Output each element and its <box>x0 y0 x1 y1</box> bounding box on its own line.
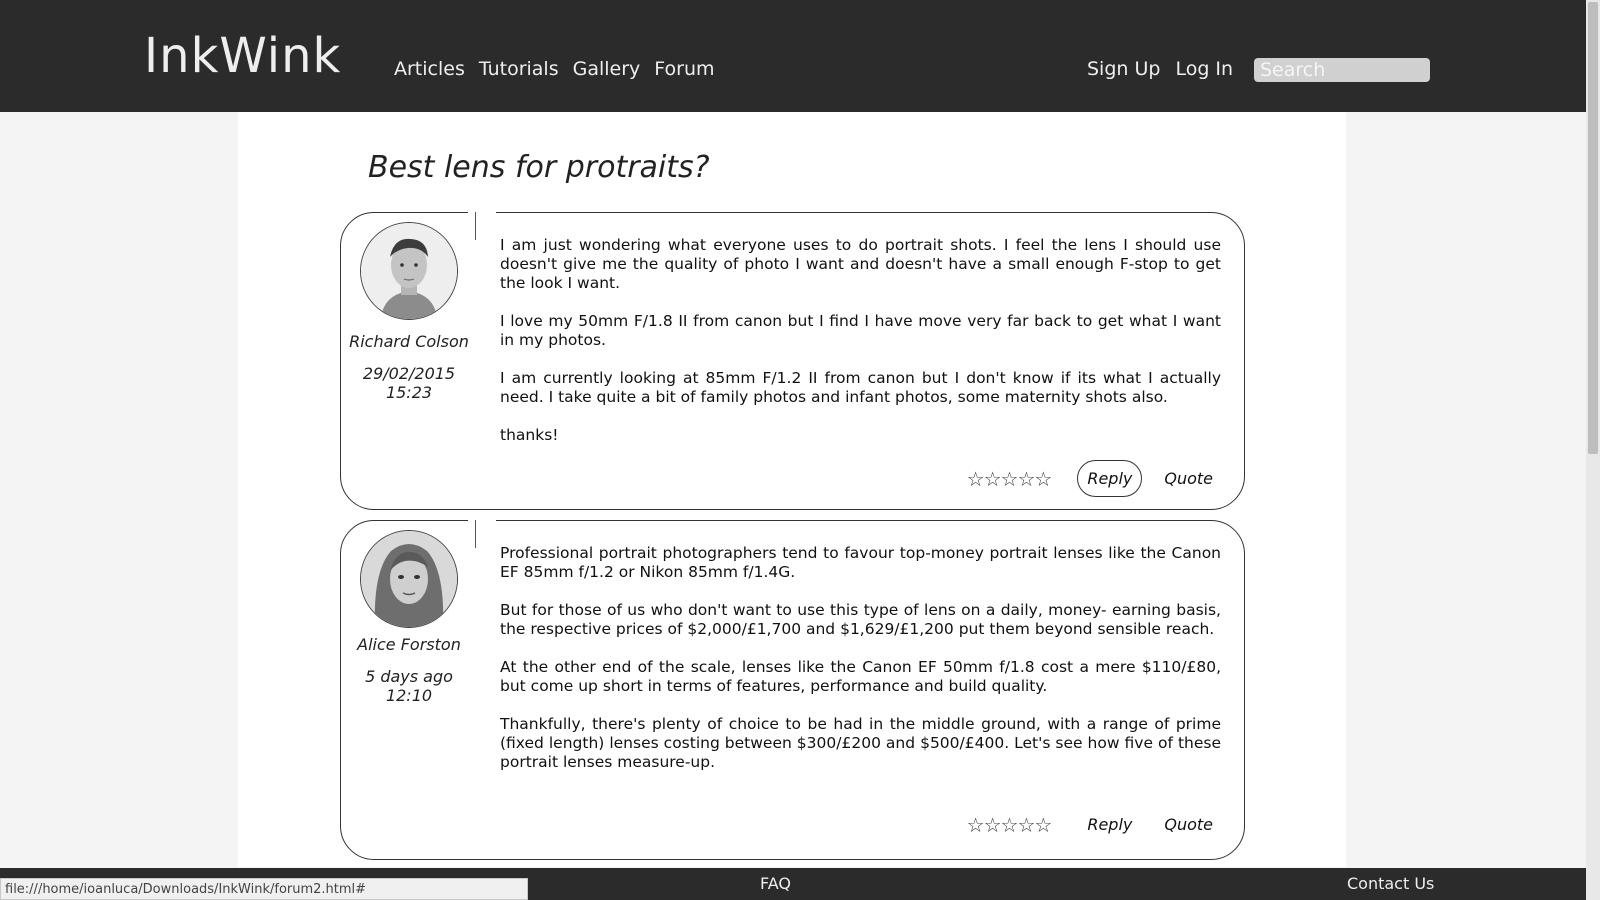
post-paragraph: I am just wondering what everyone uses t… <box>500 236 1221 292</box>
post-paragraph: I am currently looking at 85mm F/1.2 II … <box>500 369 1221 406</box>
post-author[interactable]: Alice Forston <box>340 635 478 654</box>
post-actions: ☆☆☆☆☆ Reply Quote <box>967 460 1223 497</box>
male-portrait-avatar[interactable] <box>360 222 458 320</box>
post-paragraph: Thankfully, there's plenty of choice to … <box>500 715 1221 771</box>
site-logo[interactable]: InkWink <box>144 28 341 84</box>
contact-us-link[interactable]: Contact Us <box>1347 874 1434 893</box>
post-paragraph: But for those of us who don't want to us… <box>500 601 1221 638</box>
faq-link[interactable]: FAQ <box>760 874 791 893</box>
post-author[interactable]: Richard Colson <box>340 332 478 351</box>
sign-up-link[interactable]: Sign Up <box>1087 58 1160 80</box>
browser-status-bar: file:///home/ioanluca/Downloads/InkWink/… <box>0 878 528 900</box>
post-timestamp: 29/02/2015 15:23 <box>362 364 456 402</box>
quote-button[interactable]: Quote <box>1154 460 1223 497</box>
thread-title: Best lens for protraits? <box>368 150 710 185</box>
account-links: Sign Up Log In <box>1087 58 1233 80</box>
nav-gallery[interactable]: Gallery <box>573 58 641 80</box>
post-body: I am just wondering what everyone uses t… <box>500 236 1221 464</box>
forum-post: Richard Colson 29/02/2015 15:23 I am jus… <box>340 210 1245 510</box>
top-navbar: InkWink Articles Tutorials Gallery Forum… <box>0 0 1586 112</box>
post-paragraph: thanks! <box>500 426 559 444</box>
post-paragraph: At the other end of the scale, lenses li… <box>500 658 1221 695</box>
post-body: Professional portrait photographers tend… <box>500 544 1221 791</box>
main-nav: Articles Tutorials Gallery Forum <box>394 58 715 80</box>
female-portrait-avatar[interactable] <box>360 530 458 628</box>
nav-forum[interactable]: Forum <box>654 58 714 80</box>
post-timestamp: 5 days ago 12:10 <box>365 667 453 705</box>
nav-articles[interactable]: Articles <box>394 58 465 80</box>
post-actions: ☆☆☆☆☆ Reply Quote <box>967 806 1223 843</box>
post-divider <box>475 212 476 240</box>
scrollbar-thumb[interactable] <box>1588 2 1598 454</box>
search-input[interactable] <box>1254 58 1430 82</box>
post-divider <box>475 520 476 548</box>
post-paragraph: I love my 50mm F/1.8 II from canon but I… <box>500 312 1221 349</box>
post-paragraph: Professional portrait photographers tend… <box>500 544 1221 581</box>
nav-tutorials[interactable]: Tutorials <box>479 58 559 80</box>
star-rating[interactable]: ☆☆☆☆☆ <box>967 467 1053 491</box>
quote-button[interactable]: Quote <box>1154 806 1223 843</box>
forum-content: Best lens for protraits? Richard Colson … <box>238 112 1346 867</box>
reply-button[interactable]: Reply <box>1077 460 1143 497</box>
reply-button[interactable]: Reply <box>1077 806 1142 843</box>
star-rating[interactable]: ☆☆☆☆☆ <box>967 813 1053 837</box>
log-in-link[interactable]: Log In <box>1175 58 1233 80</box>
forum-post: Alice Forston 5 days ago 12:10 Professio… <box>340 518 1245 860</box>
vertical-scrollbar[interactable] <box>1586 0 1600 900</box>
